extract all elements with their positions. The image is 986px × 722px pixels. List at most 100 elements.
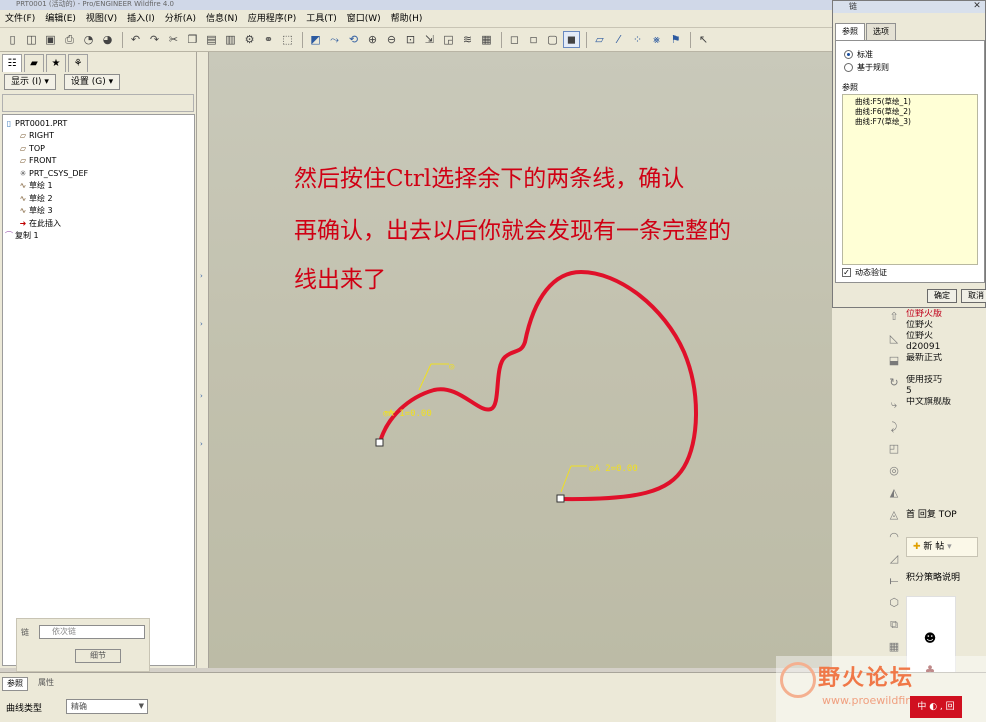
- cancel-button[interactable]: 取消: [961, 289, 986, 303]
- radio-off-icon[interactable]: [844, 63, 853, 72]
- new-icon[interactable]: ▯: [4, 31, 21, 48]
- spin-center-icon[interactable]: ⤳: [326, 31, 343, 48]
- tree-node[interactable]: ➜ 在此插入: [3, 217, 194, 230]
- repaint-icon[interactable]: ◩: [307, 31, 324, 48]
- tab-options[interactable]: 选项: [866, 23, 896, 40]
- tree-node[interactable]: ▱ RIGHT: [3, 130, 194, 143]
- forum-line[interactable]: 5: [906, 386, 986, 397]
- settings-dropdown[interactable]: 设置 (G) ▾: [63, 74, 121, 90]
- menu-analysis[interactable]: 分析(A): [160, 10, 201, 28]
- curve-end-point[interactable]: [556, 494, 565, 503]
- zoom-out-icon[interactable]: ⊖: [383, 31, 400, 48]
- reference-item[interactable]: 曲线:F5(草绘_1): [855, 97, 977, 107]
- tab-properties[interactable]: 属性: [34, 677, 58, 691]
- points-policy-link[interactable]: 积分策略说明: [906, 570, 960, 583]
- radio-rule-based[interactable]: 基于规则: [844, 62, 889, 73]
- wireframe-icon[interactable]: ◻: [506, 31, 523, 48]
- datum-points-icon[interactable]: ⁘: [629, 31, 646, 48]
- trim-tool-icon[interactable]: ▦: [886, 639, 902, 655]
- tree-node[interactable]: ∿ 草绘 3: [3, 205, 194, 218]
- open-icon[interactable]: ◫: [23, 31, 40, 48]
- cut-icon[interactable]: ✂: [165, 31, 182, 48]
- save-icon[interactable]: ▣: [42, 31, 59, 48]
- reference-item[interactable]: 曲线:F6(草绘_2): [855, 107, 977, 117]
- round-tool-icon[interactable]: ◠: [886, 529, 902, 545]
- tree-node[interactable]: ∿ 草绘 2: [3, 192, 194, 205]
- rib-tool-icon[interactable]: ◭: [886, 485, 902, 501]
- layers-icon[interactable]: ≋: [459, 31, 476, 48]
- context-help-icon[interactable]: ↖: [695, 31, 712, 48]
- csys-icon[interactable]: ⨳: [648, 31, 665, 48]
- menu-tools[interactable]: 工具(T): [301, 10, 342, 28]
- checkbox-checked-icon[interactable]: ✓: [842, 268, 851, 277]
- radio-on-icon[interactable]: [844, 50, 853, 59]
- forum-line[interactable]: 位野火版: [906, 309, 986, 320]
- folder-browser-tab-icon[interactable]: ▰: [24, 54, 44, 72]
- sash-arrow-icon[interactable]: ›: [200, 440, 203, 448]
- undo-icon[interactable]: ↶: [127, 31, 144, 48]
- datum-plane-tool-icon[interactable]: ⇧: [886, 309, 902, 325]
- draft-tool-icon[interactable]: ◬: [886, 507, 902, 523]
- annotations-icon[interactable]: ⚑: [667, 31, 684, 48]
- find-icon[interactable]: ⚭: [260, 31, 277, 48]
- select-box-icon[interactable]: ⬚: [279, 31, 296, 48]
- ime-indicator[interactable]: 中 ◐ , 回: [910, 696, 962, 718]
- hole-tool-icon[interactable]: ◰: [886, 441, 902, 457]
- shaded-icon[interactable]: ◼: [563, 31, 580, 48]
- references-list[interactable]: 曲线:F5(草绘_1) 曲线:F6(草绘_2) 曲线:F7(草绘_3): [842, 94, 978, 265]
- orient-icon[interactable]: ⟲: [345, 31, 362, 48]
- display-dropdown[interactable]: 显示 (I) ▾: [4, 74, 56, 90]
- model-tree-tab-icon[interactable]: ☷: [2, 54, 22, 72]
- graphics-window[interactable]: 然后按住Ctrl选择余下的两条线，确认 再确认，出去以后你就会发现有一条完整的 …: [209, 52, 833, 668]
- menu-edit[interactable]: 编辑(E): [40, 10, 81, 28]
- new-post-button[interactable]: ✚ 新 帖 ▾: [906, 537, 978, 557]
- datum-planes-icon[interactable]: ▱: [591, 31, 608, 48]
- view-manager-icon[interactable]: ▦: [478, 31, 495, 48]
- sketch-tool-icon[interactable]: ◺: [886, 331, 902, 347]
- radio-standard[interactable]: 标准: [844, 49, 873, 60]
- reference-item[interactable]: 曲线:F7(草绘_3): [855, 117, 977, 127]
- tree-node[interactable]: ▱ TOP: [3, 142, 194, 155]
- tree-node[interactable]: ▯ PRT0001.PRT: [3, 117, 194, 130]
- forum-line[interactable]: d20091: [906, 342, 986, 353]
- menu-applications[interactable]: 应用程序(P): [243, 10, 301, 28]
- tree-node[interactable]: ∿ 草绘 1: [3, 180, 194, 193]
- menu-view[interactable]: 视图(V): [81, 10, 122, 28]
- forum-line[interactable]: 中文旗舰版: [906, 397, 986, 408]
- close-icon[interactable]: ✕: [971, 1, 983, 12]
- menu-window[interactable]: 窗口(W): [342, 10, 386, 28]
- merge-tool-icon[interactable]: ⧉: [886, 617, 902, 633]
- sweep-tool-icon[interactable]: ⤷: [886, 397, 902, 413]
- chain-type-field[interactable]: 依次链: [39, 625, 145, 639]
- tree-node[interactable]: ▱ FRONT: [3, 155, 194, 168]
- menu-insert[interactable]: 插入(I): [122, 10, 160, 28]
- paste-icon[interactable]: ▤: [203, 31, 220, 48]
- panel-sash[interactable]: › › › ›: [197, 52, 209, 668]
- print-icon[interactable]: ⎙: [61, 31, 78, 48]
- extrude-tool-icon[interactable]: ⬓: [886, 353, 902, 369]
- tab-references[interactable]: 参照: [835, 23, 865, 40]
- zoom-in-icon[interactable]: ⊕: [364, 31, 381, 48]
- shell-tool-icon[interactable]: ◎: [886, 463, 902, 479]
- tab-references-bottom[interactable]: 参照: [2, 677, 28, 691]
- email-attach-icon[interactable]: ◕: [99, 31, 116, 48]
- sash-arrow-icon[interactable]: ›: [200, 320, 203, 328]
- chamfer-tool-icon[interactable]: ◿: [886, 551, 902, 567]
- forum-line[interactable]: 使用技巧: [906, 375, 986, 386]
- mirror-tool-icon[interactable]: ⟝: [886, 573, 902, 589]
- refit-icon[interactable]: ⊡: [402, 31, 419, 48]
- copied-curve[interactable]: [378, 269, 698, 502]
- dynamic-validate-checkbox[interactable]: ✓ 动态验证: [842, 267, 887, 278]
- copy-icon[interactable]: ❐: [184, 31, 201, 48]
- datum-axes-icon[interactable]: ⁄: [610, 31, 627, 48]
- reorient-icon[interactable]: ⇲: [421, 31, 438, 48]
- revolve-tool-icon[interactable]: ↻: [886, 375, 902, 391]
- forum-line[interactable]: 位野火: [906, 320, 986, 331]
- menu-info[interactable]: 信息(N): [201, 10, 243, 28]
- forum-line[interactable]: [906, 364, 986, 375]
- email-icon[interactable]: ◔: [80, 31, 97, 48]
- tree-node[interactable]: ⌒ 复制 1: [3, 230, 194, 243]
- hidden-line-icon[interactable]: ◽: [525, 31, 542, 48]
- favorites-tab-icon[interactable]: ★: [46, 54, 66, 72]
- menu-file[interactable]: 文件(F): [0, 10, 40, 28]
